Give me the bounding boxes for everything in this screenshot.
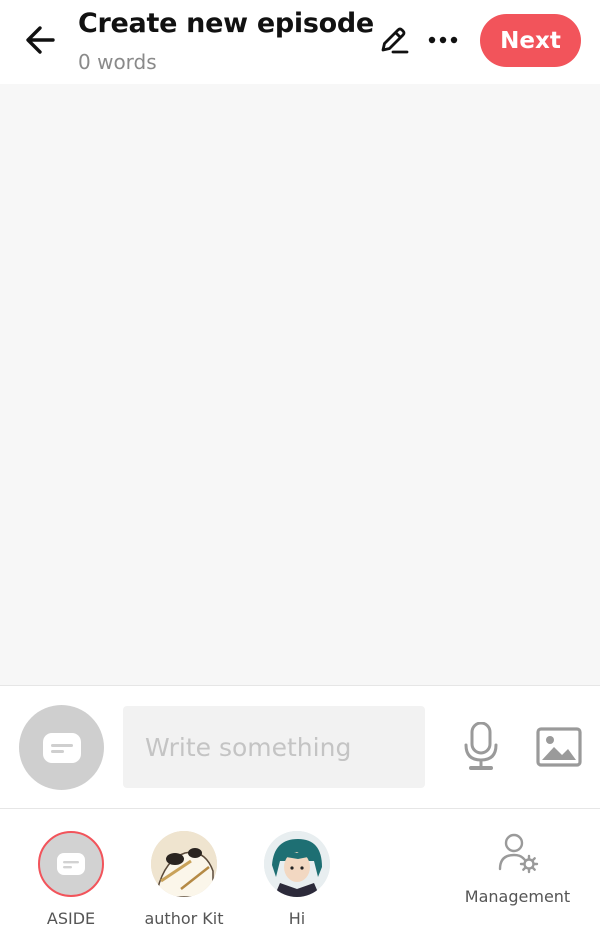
user-settings-icon	[498, 833, 538, 874]
pencil-icon	[381, 27, 409, 54]
episode-content-area[interactable]	[0, 84, 600, 685]
chat-bubble-icon	[57, 853, 85, 875]
voice-input-button[interactable]	[458, 720, 504, 774]
aside-toggle-button[interactable]	[19, 705, 104, 790]
insert-image-button[interactable]	[535, 723, 583, 771]
arrow-left-icon	[26, 26, 55, 54]
character-label: ASIDE	[46, 909, 96, 928]
character-portrait-icon	[151, 831, 217, 897]
word-count: 0 words	[78, 50, 157, 74]
image-icon	[536, 727, 582, 767]
management-label: Management	[464, 887, 571, 906]
character-author-kit[interactable]: author Kit	[134, 831, 234, 928]
chat-bubble-icon	[42, 732, 81, 763]
character-portrait-icon	[264, 831, 330, 897]
edit-title-button[interactable]	[372, 20, 414, 60]
next-button[interactable]: Next	[480, 14, 581, 67]
back-button[interactable]	[18, 20, 62, 60]
avatar	[264, 831, 330, 897]
character-label: Hi	[288, 909, 306, 928]
microphone-icon	[464, 722, 498, 770]
character-management-button[interactable]: Management	[455, 831, 580, 906]
character-label: author Kit	[144, 909, 224, 928]
avatar	[38, 831, 104, 897]
avatar	[151, 831, 217, 897]
character-aside[interactable]: ASIDE	[21, 831, 121, 928]
more-horizontal-icon	[428, 36, 458, 44]
more-options-button[interactable]	[422, 22, 464, 58]
page-title: Create new episode	[78, 8, 374, 39]
write-something-input[interactable]	[143, 731, 405, 763]
top-bar: Create new episode 0 words Next	[0, 0, 600, 84]
character-selector: ASIDE author Kit Hi Management	[0, 809, 600, 942]
write-input-container	[123, 706, 425, 788]
character-hi[interactable]: Hi	[247, 831, 347, 928]
message-composer	[0, 685, 600, 809]
